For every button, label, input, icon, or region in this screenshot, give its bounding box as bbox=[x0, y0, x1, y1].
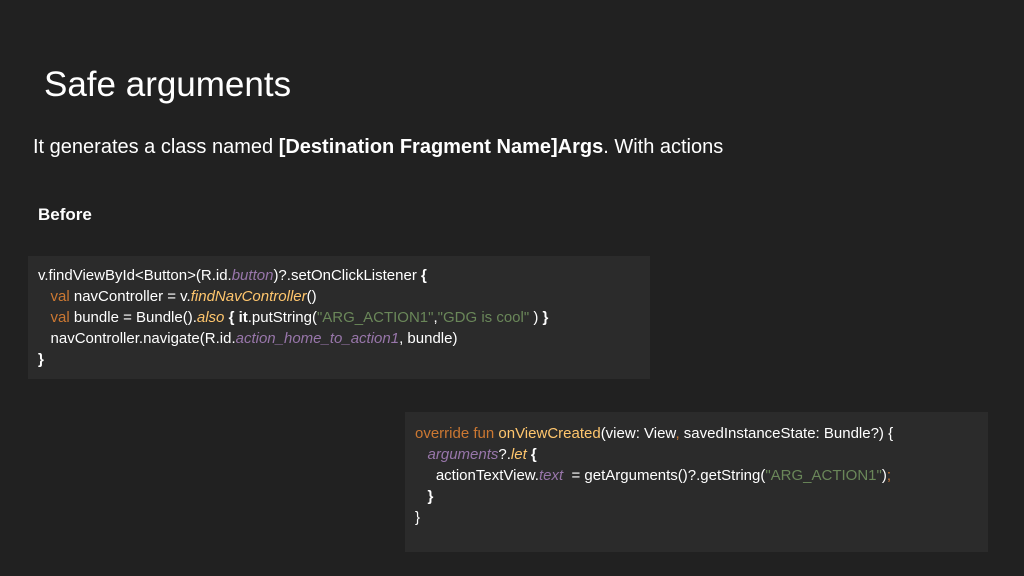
code-token: navController.navigate(R.id. bbox=[50, 330, 236, 347]
code-token: action_home_to_action1 bbox=[235, 330, 400, 347]
code-string: "ARG_ACTION1" bbox=[316, 309, 434, 326]
code-token: findNavController bbox=[190, 288, 307, 305]
code-line: actionTextView.text = getArguments()?.ge… bbox=[415, 465, 988, 486]
subtitle-bold: [Destination Fragment Name]Args bbox=[278, 136, 604, 158]
code-token: } bbox=[415, 509, 421, 526]
code-token: savedInstanceState: Bundle?) { bbox=[679, 425, 894, 442]
before-label: Before bbox=[38, 205, 92, 224]
code-line: navController.navigate(R.id.action_home_… bbox=[38, 328, 650, 349]
code-block-before: v.findViewById<Button>(R.id.button)?.set… bbox=[28, 256, 650, 379]
code-token: bundle = Bundle(). bbox=[69, 309, 197, 326]
code-line: } bbox=[415, 507, 988, 528]
code-line: } bbox=[38, 349, 650, 370]
code-token: it bbox=[238, 309, 248, 326]
code-line: v.findViewById<Button>(R.id.button)?.set… bbox=[38, 265, 650, 286]
code-token: ?. bbox=[498, 446, 511, 463]
slide-title: Safe arguments bbox=[44, 65, 292, 104]
code-token: } bbox=[38, 351, 44, 368]
slide: Safe arguments It generates a class name… bbox=[0, 0, 1024, 576]
code-token: , bundle) bbox=[399, 330, 458, 347]
slide-subtitle: It generates a class named [Destination … bbox=[33, 134, 723, 160]
code-token: } bbox=[542, 309, 549, 326]
code-token: v.findViewById<Button>(R.id. bbox=[38, 267, 232, 284]
code-token: (view: View bbox=[600, 425, 676, 442]
code-token: { bbox=[530, 446, 537, 463]
code-line: override fun onViewCreated(view: View, s… bbox=[415, 423, 988, 444]
code-token: also bbox=[196, 309, 225, 326]
code-token: val bbox=[50, 309, 70, 326]
subtitle-suffix: . With actions bbox=[603, 136, 724, 158]
code-line: val bundle = Bundle().also { it.putStrin… bbox=[38, 307, 650, 328]
code-token: = getArguments()?.getString( bbox=[563, 467, 766, 484]
code-line: arguments?.let { bbox=[415, 444, 988, 465]
code-string: "ARG_ACTION1" bbox=[765, 467, 882, 484]
code-block-after: override fun onViewCreated(view: View, s… bbox=[405, 412, 988, 552]
code-token: onViewCreated bbox=[498, 425, 601, 442]
code-token: val bbox=[50, 288, 70, 305]
code-token: arguments bbox=[427, 446, 499, 463]
code-string: "GDG is cool" bbox=[437, 309, 530, 326]
code-token: override fun bbox=[415, 425, 495, 442]
code-token: button bbox=[231, 267, 274, 284]
code-token: let bbox=[510, 446, 527, 463]
code-token: actionTextView. bbox=[435, 467, 539, 484]
code-token: )?.setOnClickListener bbox=[273, 267, 421, 284]
code-token: .putString( bbox=[247, 309, 317, 326]
code-token: } bbox=[427, 488, 434, 505]
code-token: ) bbox=[529, 309, 543, 326]
code-token: { bbox=[421, 267, 427, 284]
code-line: } bbox=[415, 486, 988, 507]
code-line: val navController = v.findNavController(… bbox=[38, 286, 650, 307]
code-token: navController = v. bbox=[69, 288, 191, 305]
code-token: text bbox=[538, 467, 564, 484]
code-token: () bbox=[306, 288, 317, 305]
code-token: ; bbox=[886, 467, 892, 484]
subtitle-prefix: It generates a class named bbox=[33, 136, 279, 158]
